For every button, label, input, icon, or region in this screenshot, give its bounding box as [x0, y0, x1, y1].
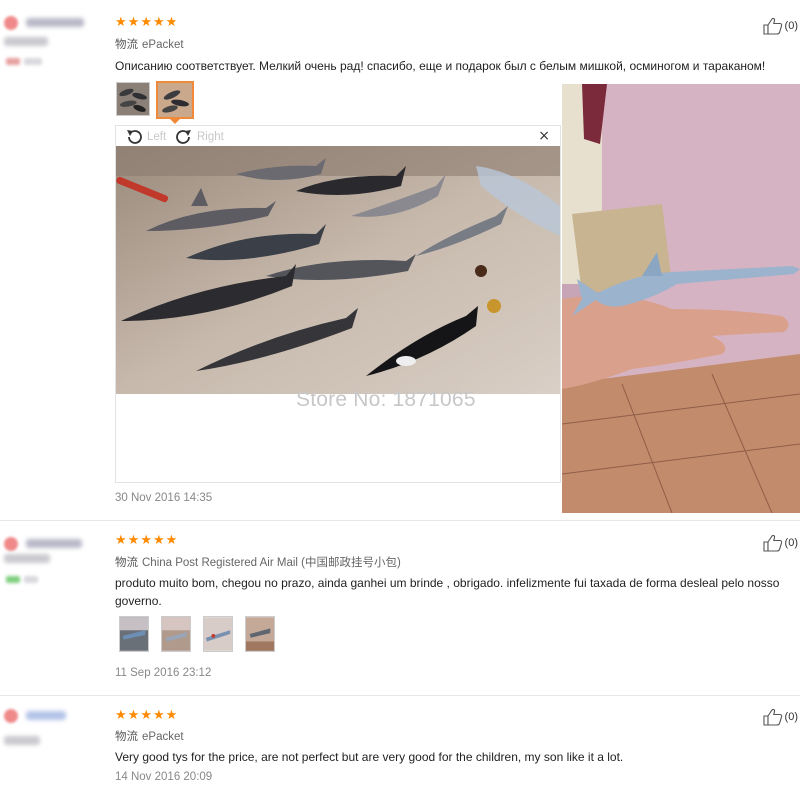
like-count: (0) [784, 537, 798, 549]
shipping-method: 物流 ePacket [115, 36, 184, 52]
review-photo-full [562, 84, 800, 513]
flag-icon [6, 58, 20, 65]
rotate-left-icon [127, 130, 142, 144]
review-date: 30 Nov 2016 14:35 [115, 492, 213, 504]
shipping-value: ePacket [142, 731, 184, 743]
shipping-label: 物流 [115, 37, 138, 51]
shipping-value: ePacket [142, 39, 184, 51]
star-icon: ★ [127, 533, 140, 548]
rotate-right-label: Right [197, 131, 224, 143]
shipping-label: 物流 [115, 555, 138, 569]
rotate-right-button[interactable]: Right [174, 128, 224, 146]
review-photo-thumbnail[interactable] [203, 616, 233, 652]
avatar [4, 16, 18, 30]
star-icon: ★ [165, 708, 178, 723]
reviewer-country [4, 554, 50, 563]
like-button[interactable]: (0) [762, 708, 798, 726]
side-photo-image [562, 84, 800, 513]
shipping-method: 物流 ePacket [115, 728, 184, 744]
review-photo-thumbnail[interactable] [119, 616, 149, 652]
review-3: ★ ★ ★ ★ ★ (0) 物流 ePacket Very good tys fo… [0, 696, 800, 800]
rotate-left-label: Left [147, 131, 167, 143]
shipping-method: 物流 China Post Registered Air Mail (中国邮政挂号… [115, 554, 401, 570]
star-icon: ★ [115, 15, 127, 30]
review-date: 11 Sep 2016 23:12 [115, 667, 212, 679]
star-icon: ★ [152, 533, 165, 548]
rotate-right-icon [176, 130, 191, 144]
reviewer-name [26, 539, 82, 548]
star-icon: ★ [127, 15, 140, 30]
shipping-value: China Post Registered Air Mail (中国邮政挂号小包… [142, 557, 401, 569]
avatar [4, 709, 18, 723]
star-icon: ★ [140, 708, 152, 723]
thumbs-up-icon [762, 534, 782, 552]
country-code [24, 576, 38, 583]
thumbs-up-icon [762, 17, 782, 35]
flag-icon [6, 576, 20, 583]
avatar [4, 537, 18, 551]
country-code [24, 58, 42, 65]
review-text: Very good tys for the price, are not per… [115, 750, 624, 764]
rating-stars: ★ ★ ★ ★ ★ [115, 534, 177, 547]
thumbs-up-icon [762, 708, 782, 726]
review-photo-thumbnail[interactable] [116, 82, 150, 116]
star-icon: ★ [115, 533, 127, 548]
star-icon: ★ [152, 15, 165, 30]
review-text: Описанию соответствует. Мелкий очень рад… [115, 59, 766, 73]
star-icon: ★ [165, 15, 178, 30]
review-1: ★ ★ ★ ★ ★ (0) 物流 ePacket Описанию соответ… [0, 0, 800, 520]
viewer-toolbar: Left Right × [116, 126, 560, 146]
star-icon: ★ [115, 708, 127, 723]
review-photo-thumbnail[interactable] [161, 616, 191, 652]
star-icon: ★ [127, 708, 140, 723]
active-thumbnail-pointer [170, 119, 180, 124]
photo-thumbnail-image [158, 83, 192, 117]
review-photo-thumbnail[interactable] [245, 616, 275, 652]
review-photo-thumbnail-active[interactable] [156, 81, 194, 119]
star-icon: ★ [140, 15, 152, 30]
enlarged-photo-image [116, 146, 560, 394]
like-count: (0) [784, 711, 798, 723]
rating-stars: ★ ★ ★ ★ ★ [115, 16, 177, 29]
reviewer-name [26, 711, 66, 720]
like-button[interactable]: (0) [762, 17, 798, 35]
store-watermark: Store No: 1871065 [296, 388, 476, 411]
reviewer-country [4, 736, 40, 745]
photo-thumbnail-image [117, 83, 149, 115]
star-icon: ★ [165, 533, 178, 548]
review-date: 14 Nov 2016 20:09 [115, 771, 213, 783]
like-count: (0) [784, 20, 798, 32]
like-button[interactable]: (0) [762, 534, 798, 552]
shipping-label: 物流 [115, 729, 138, 743]
image-viewer: Left Right × [115, 125, 561, 483]
photo-thumbnail-image [204, 617, 232, 651]
reviewer-country [4, 37, 48, 46]
photo-thumbnail-image [162, 617, 190, 651]
star-icon: ★ [140, 533, 152, 548]
rotate-left-button[interactable]: Left [124, 128, 166, 146]
close-icon[interactable]: × [538, 128, 550, 144]
enlarged-review-photo [116, 146, 560, 394]
star-icon: ★ [152, 708, 165, 723]
rating-stars: ★ ★ ★ ★ ★ [115, 709, 177, 722]
photo-thumbnail-image [120, 617, 148, 651]
photo-thumbnail-image [246, 617, 274, 651]
review-text: produto muito bom, chegou no prazo, aind… [115, 576, 780, 608]
review-2: ★ ★ ★ ★ ★ (0) 物流 China Post Registered Ai… [0, 521, 800, 695]
reviewer-name [26, 18, 84, 27]
